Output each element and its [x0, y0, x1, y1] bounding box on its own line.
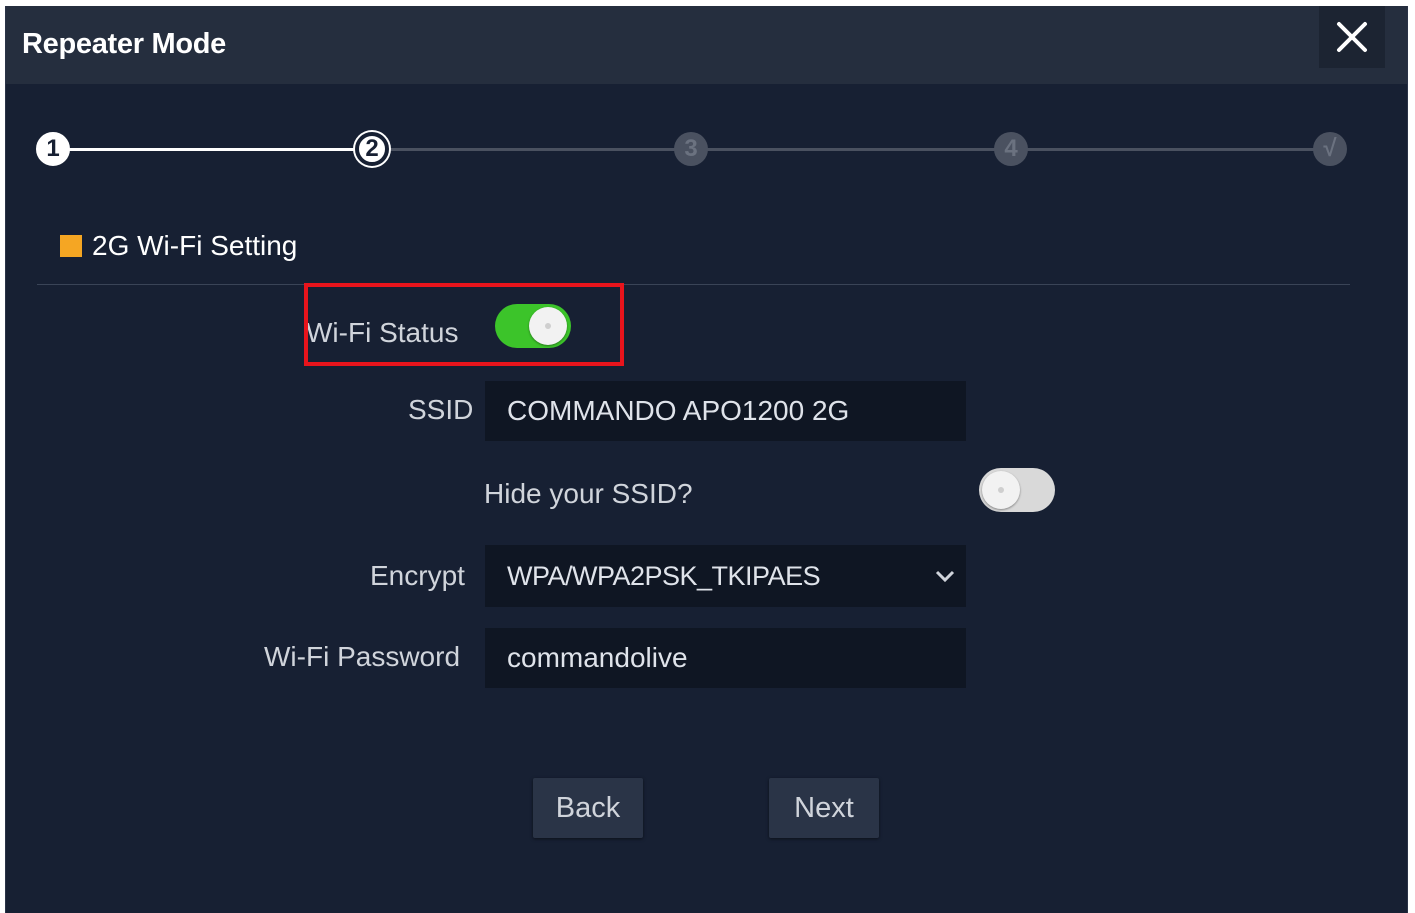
- wizard-stepper: 1 2 3 4 √: [6, 116, 1407, 186]
- step-1: 1: [36, 132, 70, 166]
- hide-ssid-toggle[interactable]: [979, 468, 1055, 512]
- next-button[interactable]: Next: [769, 778, 879, 838]
- ssid-label: SSID: [408, 394, 474, 425]
- close-button[interactable]: [1319, 6, 1385, 68]
- highlight-box: [304, 283, 624, 366]
- step-3: 3: [674, 132, 708, 166]
- dialog-title: Repeater Mode: [22, 28, 226, 60]
- step-connector-1-2: [56, 148, 376, 151]
- step-connector-3-4: [696, 148, 1016, 151]
- wifi-password-label: Wi-Fi Password: [264, 641, 461, 672]
- section-header: 2G Wi-Fi Setting: [60, 230, 297, 262]
- back-button[interactable]: Back: [533, 778, 643, 838]
- step-connector-4-done: [1016, 148, 1331, 151]
- step-2: 2: [355, 132, 389, 166]
- step-connector-2-3: [376, 148, 696, 151]
- step-4: 4: [994, 132, 1028, 166]
- section-title: 2G Wi-Fi Setting: [92, 230, 298, 261]
- chevron-down-icon: [935, 570, 955, 583]
- wifi-password-input[interactable]: commandolive: [485, 628, 966, 688]
- encrypt-select[interactable]: WPA/WPA2PSK_TKIPAES: [485, 545, 966, 607]
- wifi-password-value: commandolive: [507, 642, 688, 673]
- close-icon: [1337, 22, 1367, 52]
- step-finish: √: [1313, 132, 1347, 166]
- ssid-value: COMMANDO APO1200 2G: [507, 395, 850, 426]
- encrypt-value: WPA/WPA2PSK_TKIPAES: [507, 560, 821, 591]
- section-marker-icon: [60, 235, 82, 257]
- title-bar: Repeater Mode: [6, 6, 1407, 84]
- hide-ssid-label: Hide your SSID?: [484, 478, 693, 509]
- section-divider: [37, 284, 1350, 285]
- repeater-mode-dialog: Repeater Mode 1 2 3 4 √ 2G Wi-Fi Setting…: [5, 6, 1408, 913]
- toggle-knob: [982, 471, 1020, 509]
- encrypt-label: Encrypt: [370, 560, 465, 591]
- ssid-input[interactable]: COMMANDO APO1200 2G: [485, 381, 966, 441]
